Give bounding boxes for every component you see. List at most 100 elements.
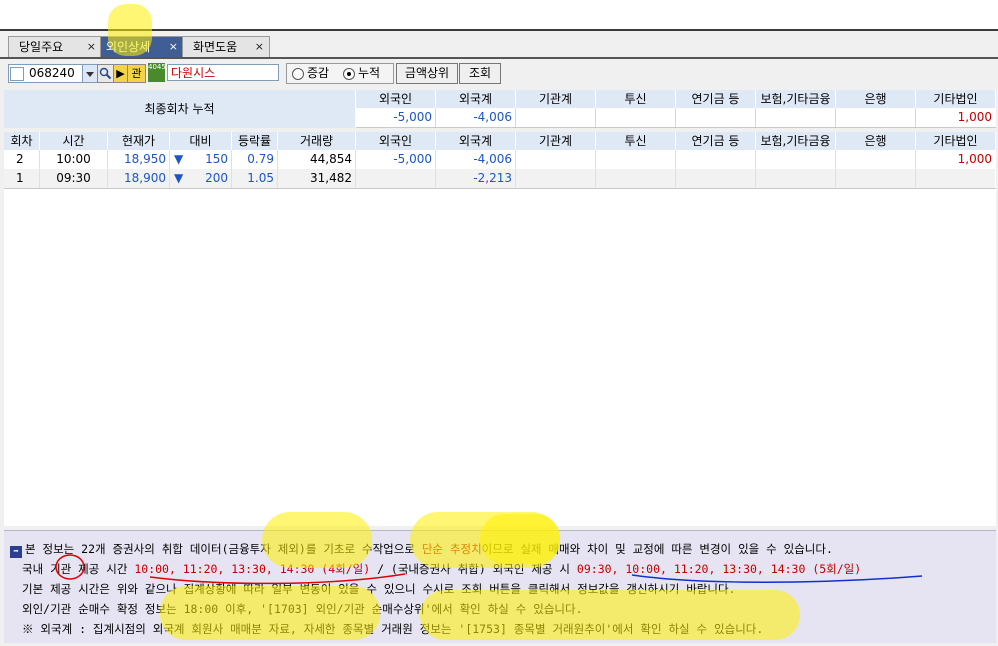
magnifier-icon[interactable]	[97, 64, 114, 83]
foreign-cell	[356, 169, 436, 188]
table-row[interactable]: 2 10:00 18,950 ▼ 150 0.79 44,854 -5,000 …	[4, 150, 996, 170]
bank-cell	[836, 150, 916, 169]
foreign-firm-cell: -2,213	[436, 169, 516, 188]
column-header: 기관계	[516, 132, 596, 150]
trust-cell	[596, 169, 676, 188]
tab-label: 당일주요	[19, 40, 64, 54]
summary-label: 최종회차 누적	[4, 90, 356, 128]
radio-change[interactable]	[292, 68, 304, 80]
radio-change-label: 증감	[307, 66, 330, 80]
stock-code-input[interactable]: 068240	[8, 64, 84, 83]
column-header: 기타법인	[916, 132, 996, 150]
other-corp-cell	[916, 169, 996, 188]
inst-cell	[516, 150, 596, 169]
column-header: 거래량	[278, 132, 356, 150]
insurance-cell	[756, 150, 836, 169]
column-header: 회차	[4, 132, 40, 150]
tab-daily-major[interactable]: 당일주요 ×	[8, 36, 102, 57]
summary-value: -4,006	[436, 108, 516, 127]
summary-header: 외국계	[436, 90, 516, 108]
info-line-5: ※ 외국계 : 집계시점의 외국계 회원사 매매분 자료, 자세한 종목별 거래…	[22, 622, 764, 636]
info-text: 국내 기관 제공 시간	[22, 562, 135, 576]
column-header: 외국인	[356, 132, 436, 150]
volume-cell: 44,854	[278, 150, 356, 169]
rate-cell: 0.79	[232, 150, 278, 169]
chevron-down-icon[interactable]	[82, 64, 98, 83]
column-header: 보험,기타금융	[756, 132, 836, 150]
tab-bar: 당일주요 × 외인상세 × 화면도움 ×	[0, 35, 998, 59]
summary-value	[836, 108, 916, 127]
rate-cell: 1.05	[232, 169, 278, 188]
summary-value	[516, 108, 596, 127]
info-line-2: 국내 기관 제공 시간 10:00, 11:20, 13:30, 14:30 (…	[22, 561, 861, 577]
column-header: 외국계	[436, 132, 516, 150]
radio-cumulative[interactable]	[343, 68, 355, 80]
summary-header: 투신	[596, 90, 676, 108]
info-highlight: 09:30, 10:00, 11:20, 13:30, 14:30 (5회/일)	[576, 562, 862, 576]
round-cell: 1	[4, 169, 40, 188]
play-icon[interactable]: ▶	[113, 64, 128, 83]
summary-value: 1,000	[916, 108, 996, 127]
inst-cell	[516, 169, 596, 188]
summary-header: 연기금 등	[676, 90, 756, 108]
column-header: 등락률	[232, 132, 278, 150]
time-cell: 09:30	[40, 169, 108, 188]
table-row[interactable]: 1 09:30 18,900 ▼ 200 1.05 31,482 -2,213	[4, 169, 996, 189]
checkbox[interactable]	[10, 67, 24, 81]
info-line-1: ➡ 본 정보는 22개 증권사의 취합 데이터(금융투자 제외)를 기초로 수작업…	[10, 541, 833, 558]
column-header: 대비	[170, 132, 232, 150]
pension-cell	[676, 150, 756, 169]
foreign-cell: -5,000	[356, 150, 436, 169]
info-highlight: 단순 추정치	[421, 542, 482, 556]
top-strip	[0, 0, 998, 30]
summary-header: 은행	[836, 90, 916, 108]
mode-radio-group: 증감 누적	[286, 63, 394, 84]
summary-value-row: -5,000 -4,006 1,000	[356, 108, 996, 128]
price-cell: 18,900	[108, 169, 170, 188]
info-text: 이므로 실제 매매와 차이 및 교정에 따른 변경이 있을 수 있습니다.	[481, 542, 833, 556]
info-line-3: 기본 제공 시간은 위와 같으나 집계상황에 따라 일부 변동이 있을 수 있으…	[22, 582, 736, 596]
detail-button[interactable]: 관	[127, 64, 146, 83]
stock-name-field[interactable]: 다원시스	[167, 64, 279, 81]
table-empty-area	[4, 188, 996, 526]
summary-value: -5,000	[356, 108, 436, 127]
column-header: 연기금 등	[676, 132, 756, 150]
query-button[interactable]: 조회	[459, 63, 501, 84]
change-cell: ▼ 150	[170, 150, 232, 169]
info-text: 본 정보는 22개 증권사의 취합 데이터(금융투자 제외)를 기초로 수작업으…	[25, 542, 422, 556]
tab-foreign-detail[interactable]: 외인상세 ×	[100, 36, 184, 57]
change-value: 200	[205, 171, 228, 185]
other-corp-cell: 1,000	[916, 150, 996, 169]
price-cell: 18,950	[108, 150, 170, 169]
stock-code-value: 068240	[29, 66, 75, 80]
summary-value	[596, 108, 676, 127]
column-header: 시간	[40, 132, 108, 150]
close-icon[interactable]: ×	[87, 37, 96, 57]
round-cell: 2	[4, 150, 40, 169]
down-arrow-icon: ▼	[174, 152, 184, 166]
tab-label: 외인상세	[106, 40, 151, 54]
amount-rank-button[interactable]: 금액상위	[396, 63, 458, 84]
close-icon[interactable]: ×	[255, 37, 264, 57]
info-text: / (국내증권사 취합) 외국인 제공 시	[370, 562, 577, 576]
foreign-firm-cell: -4,006	[436, 150, 516, 169]
summary-header: 기타법인	[916, 90, 996, 108]
info-panel: ➡ 본 정보는 22개 증권사의 취합 데이터(금융투자 제외)를 기초로 수작업…	[4, 530, 996, 643]
tab-label: 화면도움	[193, 40, 238, 54]
summary-value	[756, 108, 836, 127]
toolbar: 068240 ▶ 관 4045 다원시스 증감 누적 금액상위 조회	[0, 60, 998, 86]
table-header-row: 회차 시간 현재가 대비 등락률 거래량 외국인 외국계 기관계 투신 연기금 …	[4, 132, 996, 150]
trust-cell	[596, 150, 676, 169]
summary-header-row: 외국인 외국계 기관계 투신 연기금 등 보험,기타금융 은행 기타법인	[356, 90, 996, 108]
time-cell: 10:00	[40, 150, 108, 169]
summary-header: 기관계	[516, 90, 596, 108]
change-value: 150	[205, 152, 228, 166]
column-header: 은행	[836, 132, 916, 150]
summary-grid: 최종회차 누적 외국인 외국계 기관계 투신 연기금 등 보험,기타금융 은행 …	[4, 90, 996, 128]
close-icon[interactable]: ×	[169, 37, 178, 57]
badge-icon[interactable]: 4045	[148, 63, 166, 82]
tab-screen-help[interactable]: 화면도움 ×	[182, 36, 270, 57]
change-cell: ▼ 200	[170, 169, 232, 188]
info-line-4: 외인/기관 순매수 확정 정보는 18:00 이후, '[1703] 외인/기관…	[22, 602, 583, 616]
arrow-right-icon: ➡	[10, 546, 22, 558]
